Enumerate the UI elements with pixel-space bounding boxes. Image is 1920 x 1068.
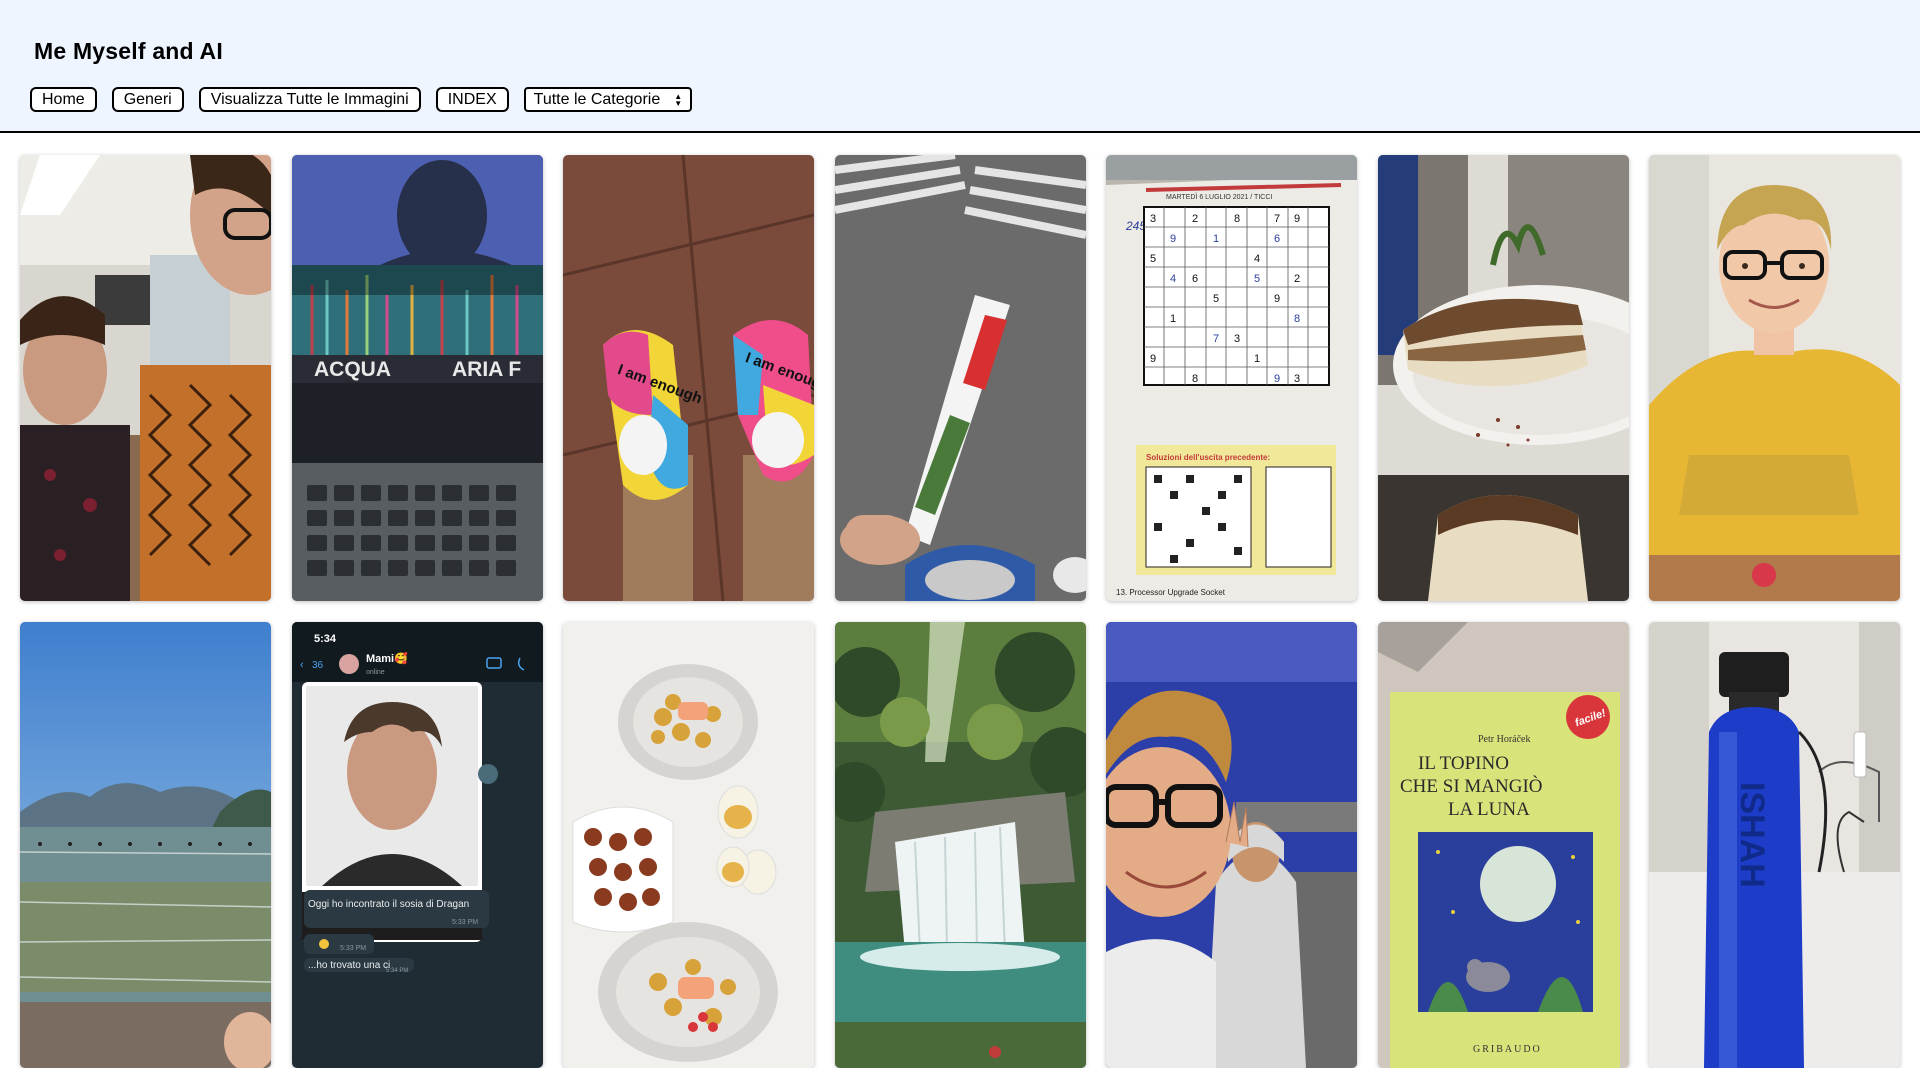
bottle-brand-text: ISHAH	[1733, 782, 1771, 888]
svg-text:8: 8	[1234, 213, 1240, 225]
svg-text:2: 2	[1192, 213, 1198, 225]
tiramisu-image	[1377, 155, 1629, 601]
svg-text:5: 5	[1254, 273, 1260, 285]
book-cover-image: Petr Horáček facile! IL TOPINO CHE SI MA…	[1377, 622, 1629, 1068]
svg-text:3: 3	[1234, 333, 1240, 345]
svg-text:1: 1	[1254, 353, 1260, 365]
chat-screenshot-image: 5:34 ‹ 36 Mami🥰 online Oggi ho incontrat…	[291, 622, 543, 1068]
site-header: Me Myself and AI Home Generi Visualizza …	[0, 0, 1920, 133]
book-title-1: IL TOPINO	[1418, 753, 1509, 774]
chat-message-3: ...ho trovato una ci	[308, 960, 390, 971]
gallery-photo[interactable]: MARTEDÌ 6 LUGLIO 2021 / TICCI 2456 1267 …	[1106, 155, 1357, 601]
genres-button[interactable]: Generi	[111, 87, 184, 112]
water-bottle-image: ISHAH	[1649, 622, 1900, 1068]
sudoku-solutions-label: Soluzioni dell'uscita precedente:	[1146, 453, 1270, 462]
dinner-plates-image	[563, 622, 814, 1068]
svg-text:6: 6	[1192, 273, 1198, 285]
sudoku-footer: 13. Processor Upgrade Socket	[1116, 588, 1226, 597]
gallery-photo[interactable]	[563, 622, 814, 1068]
chat-contact-status: online	[366, 669, 385, 676]
chat-back-count: 36	[312, 660, 324, 671]
restaurant-selfie-image	[20, 155, 271, 601]
gallery-photo[interactable]	[1106, 622, 1357, 1068]
photo-gallery: ACQUA ARIA F I am enough I am enough MAR…	[20, 155, 1900, 1068]
svg-text:7: 7	[1274, 213, 1280, 225]
svg-text:1: 1	[1170, 313, 1176, 325]
svg-text:9: 9	[1294, 213, 1300, 225]
gallery-photo[interactable]: I am enough I am enough	[563, 155, 814, 601]
book-title-2: CHE SI MANGIÒ	[1400, 775, 1543, 797]
gallery-photo[interactable]: 5:34 ‹ 36 Mami🥰 online Oggi ho incontrat…	[291, 622, 543, 1068]
svg-text:9: 9	[1150, 353, 1156, 365]
chat-message-1: Oggi ho incontrato il sosia di Dragan	[308, 899, 469, 910]
friends-selfie-image	[1106, 622, 1357, 1068]
category-select-value: Tutte le Categorie	[533, 90, 661, 108]
laptop-screen-image: ACQUA ARIA F	[291, 155, 543, 601]
chat-status-time: 5:34	[314, 633, 337, 645]
gallery-photo[interactable]: Petr Horáček facile! IL TOPINO CHE SI MA…	[1377, 622, 1629, 1068]
svg-text:9: 9	[1274, 373, 1280, 385]
sudoku-image: MARTEDÌ 6 LUGLIO 2021 / TICCI 2456 1267 …	[1106, 155, 1357, 601]
home-button[interactable]: Home	[30, 87, 97, 112]
svg-text:8: 8	[1294, 313, 1300, 325]
svg-text:4: 4	[1254, 253, 1260, 265]
svg-text:8: 8	[1192, 373, 1198, 385]
boy-portrait-image	[1649, 155, 1900, 601]
svg-text:5: 5	[1150, 253, 1156, 265]
chat-message-3-time: 5:34 PM	[386, 968, 408, 974]
svg-text:1: 1	[1213, 233, 1219, 245]
svg-text:9: 9	[1274, 293, 1280, 305]
svg-text:3: 3	[1150, 213, 1156, 225]
ice-cream-image	[834, 155, 1086, 601]
svg-text:9: 9	[1170, 233, 1176, 245]
book-author: Petr Horáček	[1478, 734, 1530, 745]
site-title: Me Myself and AI	[34, 38, 223, 64]
gallery-photo[interactable]: ISHAH	[1649, 622, 1900, 1068]
slippers-image: I am enough I am enough	[563, 155, 814, 601]
laptop-text-2: ARIA F	[452, 358, 521, 381]
laptop-text-1: ACQUA	[314, 358, 391, 381]
gallery-photo[interactable]	[20, 155, 271, 601]
svg-text:6: 6	[1274, 233, 1280, 245]
lake-image	[20, 622, 271, 1068]
svg-text:5: 5	[1213, 293, 1219, 305]
gallery-photo[interactable]: ACQUA ARIA F	[291, 155, 543, 601]
waterfall-image	[834, 622, 1086, 1068]
book-title-3: LA LUNA	[1448, 799, 1530, 820]
gallery-photo[interactable]	[20, 622, 271, 1068]
main-nav: Home Generi Visualizza Tutte le Immagini…	[30, 87, 693, 112]
svg-text:4: 4	[1170, 273, 1176, 285]
gallery-photo[interactable]	[834, 155, 1086, 601]
svg-text:3: 3	[1294, 373, 1300, 385]
category-select[interactable]: Tutte le Categorie ▲ ▼	[523, 87, 693, 112]
chat-message-1-time: 5:33 PM	[452, 919, 478, 926]
select-arrows-icon: ▲ ▼	[674, 91, 683, 108]
gallery-photo[interactable]	[834, 622, 1086, 1068]
index-button[interactable]: INDEX	[435, 87, 509, 112]
svg-text:7: 7	[1213, 333, 1219, 345]
book-publisher: GRIBAUDO	[1473, 1044, 1542, 1055]
svg-text:2: 2	[1294, 273, 1300, 285]
chat-contact-name: Mami🥰	[366, 651, 408, 665]
sudoku-header: MARTEDÌ 6 LUGLIO 2021 / TICCI	[1166, 192, 1272, 201]
gallery-photo[interactable]	[1649, 155, 1900, 601]
chat-message-2-time: 5:33 PM	[340, 945, 366, 952]
svg-text:‹: ‹	[300, 659, 304, 671]
gallery-photo[interactable]	[1377, 155, 1629, 601]
view-all-images-button[interactable]: Visualizza Tutte le Immagini	[198, 87, 421, 112]
